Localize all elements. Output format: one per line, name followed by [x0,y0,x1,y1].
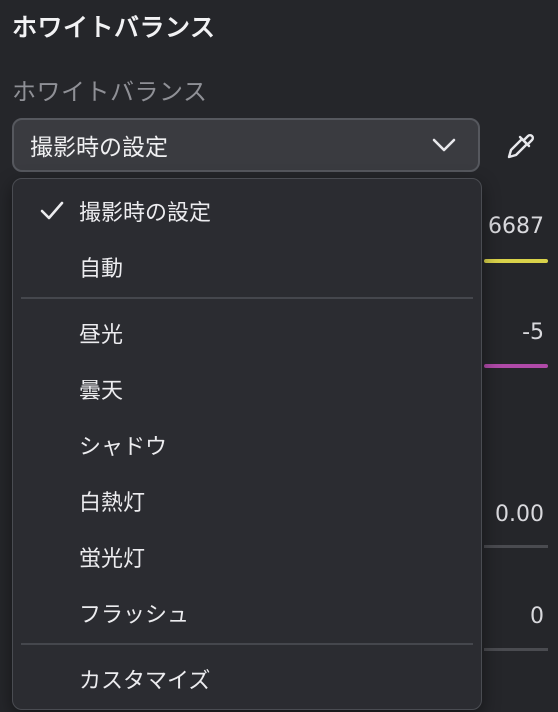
white-balance-panel: ホワイトバランス ホワイトバランス 撮影時の設定 6687 -5 0.00 0 … [0,0,558,712]
exposure-value[interactable]: 0.00 [495,502,544,527]
menu-item[interactable]: 昼光 [13,305,481,361]
menu-item-label: 曇天 [79,379,124,404]
temperature-value[interactable]: 6687 [488,214,544,239]
menu-separator [21,643,473,645]
menu-item-label: 昼光 [79,323,124,348]
menu-item-label: 自動 [79,257,124,282]
chevron-down-icon [424,125,464,165]
contrast-slider-track[interactable] [484,648,548,651]
menu-item[interactable]: シャドウ [13,417,481,473]
menu-item-label: フラッシュ [79,603,190,628]
white-balance-selected-value: 撮影時の設定 [30,135,168,161]
menu-item[interactable]: 撮影時の設定 [13,183,481,239]
exposure-slider-track[interactable] [484,545,548,548]
menu-item-label: 白熱灯 [79,491,146,516]
menu-item[interactable]: 白熱灯 [13,473,481,529]
tint-value[interactable]: -5 [522,320,544,345]
temperature-slider-track[interactable] [484,259,548,263]
tint-slider-track[interactable] [484,364,548,368]
menu-item[interactable]: フラッシュ [13,585,481,641]
menu-item[interactable]: カスタマイズ [13,651,481,707]
white-balance-select[interactable]: 撮影時の設定 [12,118,480,172]
eyedropper-icon[interactable] [500,126,540,166]
menu-item[interactable]: 自動 [13,239,481,295]
contrast-value[interactable]: 0 [530,604,544,629]
white-balance-label: ホワイトバランス [12,78,208,106]
menu-item-label: シャドウ [79,435,168,460]
menu-item-label: カスタマイズ [79,669,211,694]
menu-item[interactable]: 曇天 [13,361,481,417]
menu-item[interactable]: 蛍光灯 [13,529,481,585]
section-title: ホワイトバランス [12,13,216,42]
menu-separator [21,297,473,299]
white-balance-menu: 撮影時の設定 自動昼光曇天シャドウ白熱灯蛍光灯フラッシュカスタマイズ [12,178,482,710]
check-icon [40,201,64,220]
menu-item-label: 蛍光灯 [79,547,146,572]
menu-item-label: 撮影時の設定 [79,201,212,226]
